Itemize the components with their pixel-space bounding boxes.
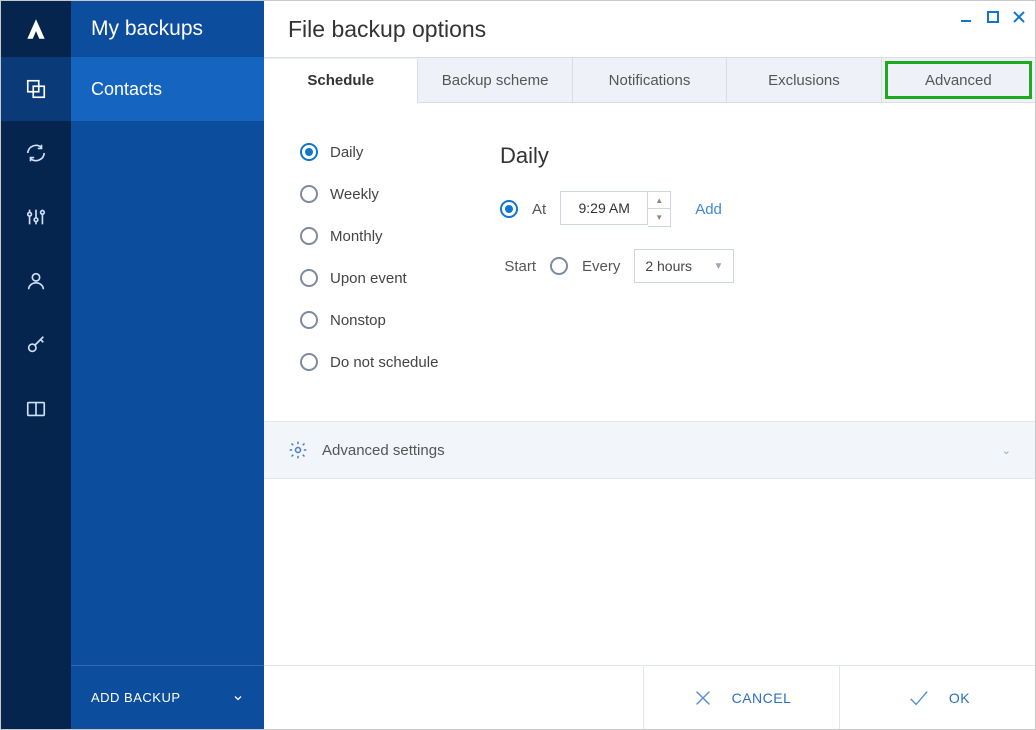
radio-icon <box>300 185 318 203</box>
main-panel: File backup options Schedule Backup sche… <box>264 1 1035 729</box>
radio-label: Upon event <box>330 270 407 287</box>
interval-select[interactable]: 2 hours ▼ <box>634 249 734 283</box>
radio-do-not-schedule[interactable]: Do not schedule <box>300 353 500 371</box>
radio-daily[interactable]: Daily <box>300 143 500 161</box>
side-panel-title: My backups <box>71 1 264 57</box>
gear-icon <box>288 440 308 460</box>
chevron-down-icon: ⌄ <box>1002 444 1011 457</box>
ok-label: OK <box>949 690 970 706</box>
close-button[interactable] <box>1011 9 1027 25</box>
radio-label: Nonstop <box>330 312 386 329</box>
maximize-button[interactable] <box>985 9 1001 25</box>
app-window: My backups Contacts ADD BACKUP File back… <box>0 0 1036 730</box>
tab-bar: Schedule Backup scheme Notifications Exc… <box>264 57 1035 103</box>
nav-key-icon[interactable] <box>1 313 71 377</box>
at-label: At <box>532 201 546 218</box>
radio-monthly[interactable]: Monthly <box>300 227 500 245</box>
schedule-frequency-group: Daily Weekly Monthly Upon event <box>300 143 500 371</box>
minimize-button[interactable] <box>959 9 975 25</box>
chevron-down-icon <box>232 692 244 704</box>
at-time-row: At 9:29 AM ▲ ▼ Add <box>500 191 1035 227</box>
radio-icon <box>300 353 318 371</box>
tab-schedule[interactable]: Schedule <box>264 59 418 103</box>
time-spinner: ▲ ▼ <box>648 191 671 227</box>
radio-upon-event[interactable]: Upon event <box>300 269 500 287</box>
radio-icon <box>300 143 318 161</box>
radio-icon <box>300 227 318 245</box>
nav-sync-icon[interactable] <box>1 121 71 185</box>
advanced-settings-label: Advanced settings <box>322 442 445 459</box>
advanced-settings-toggle[interactable]: Advanced settings ⌄ <box>264 421 1035 479</box>
schedule-area: Daily Weekly Monthly Upon event <box>264 103 1035 421</box>
radio-label: Monthly <box>330 228 383 245</box>
cancel-button[interactable]: CANCEL <box>643 666 839 729</box>
radio-icon <box>300 269 318 287</box>
nav-rail <box>1 1 71 729</box>
daily-settings: Daily At 9:29 AM ▲ ▼ Add <box>500 143 1035 371</box>
radio-label: Daily <box>330 144 363 161</box>
chevron-down-icon: ▼ <box>713 261 723 272</box>
cancel-label: CANCEL <box>732 690 792 706</box>
window-controls <box>959 9 1027 25</box>
add-backup-button[interactable]: ADD BACKUP <box>71 665 264 729</box>
tab-content: Daily Weekly Monthly Upon event <box>264 103 1035 729</box>
tab-backup-scheme[interactable]: Backup scheme <box>418 58 572 102</box>
sidebar-item-contacts[interactable]: Contacts <box>71 57 264 121</box>
radio-at[interactable] <box>500 200 518 218</box>
app-logo-icon <box>1 1 71 57</box>
start-every-row: Start Every 2 hours ▼ <box>500 249 1035 283</box>
interval-value: 2 hours <box>645 258 692 274</box>
tab-advanced[interactable]: Advanced <box>882 58 1035 102</box>
nav-tools-icon[interactable] <box>1 185 71 249</box>
start-label: Start <box>500 258 536 275</box>
radio-every[interactable] <box>550 257 568 275</box>
spinner-down-button[interactable]: ▼ <box>648 209 670 226</box>
close-icon <box>692 687 714 709</box>
daily-panel-title: Daily <box>500 143 1035 169</box>
nav-help-icon[interactable] <box>1 377 71 441</box>
tab-notifications[interactable]: Notifications <box>573 58 727 102</box>
radio-label: Do not schedule <box>330 354 438 371</box>
radio-nonstop[interactable]: Nonstop <box>300 311 500 329</box>
page-title: File backup options <box>264 1 1035 57</box>
nav-backups-icon[interactable] <box>1 57 71 121</box>
nav-account-icon[interactable] <box>1 249 71 313</box>
tab-exclusions[interactable]: Exclusions <box>727 58 881 102</box>
radio-weekly[interactable]: Weekly <box>300 185 500 203</box>
time-input[interactable]: 9:29 AM <box>560 191 648 225</box>
add-time-link[interactable]: Add <box>695 201 722 218</box>
spinner-up-button[interactable]: ▲ <box>648 192 670 209</box>
radio-icon <box>300 311 318 329</box>
every-label: Every <box>582 258 620 275</box>
check-icon <box>905 687 931 709</box>
ok-button[interactable]: OK <box>839 666 1035 729</box>
side-panel: My backups Contacts ADD BACKUP <box>71 1 264 729</box>
dialog-footer: CANCEL OK <box>264 665 1035 729</box>
radio-label: Weekly <box>330 186 379 203</box>
add-backup-label: ADD BACKUP <box>91 690 181 705</box>
